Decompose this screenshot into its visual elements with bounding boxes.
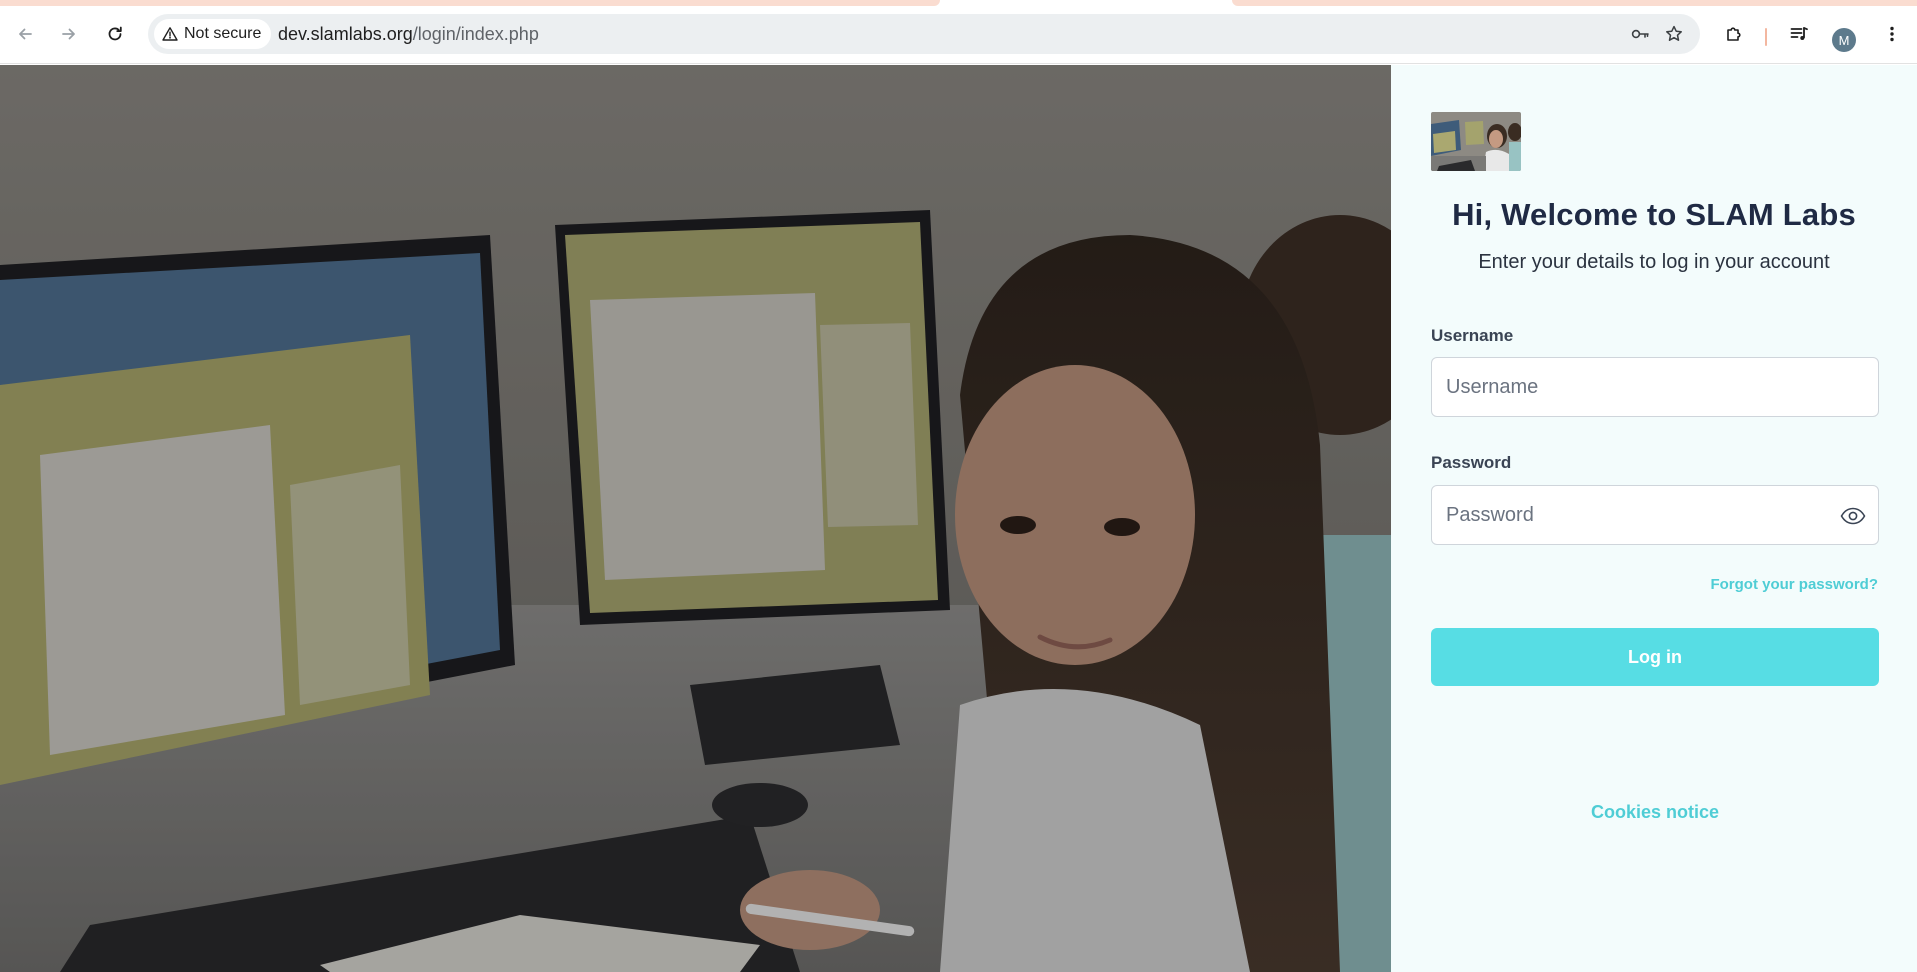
warning-triangle-icon: [162, 27, 178, 41]
extensions-puzzle-icon: [1727, 27, 1741, 41]
browser-menu-button[interactable]: [1878, 20, 1906, 48]
url-path: /login/index.php: [412, 24, 539, 44]
cookies-notice-link[interactable]: Cookies notice: [1431, 802, 1879, 823]
forward-button[interactable]: [55, 20, 83, 48]
hero-photo-illustration: [0, 65, 1391, 972]
page-content: Hi, Welcome to SLAM Labs Enter your deta…: [0, 65, 1917, 972]
page-subtitle: Enter your details to log in your accoun…: [1478, 251, 1830, 273]
password-manager-button[interactable]: [1628, 22, 1652, 46]
profile-avatar[interactable]: M: [1832, 28, 1856, 52]
logo-thumbnail-image: [1431, 112, 1521, 171]
media-control-button[interactable]: [1785, 20, 1813, 48]
username-label: Username: [1431, 326, 1514, 345]
forward-arrow-icon: [62, 28, 75, 40]
extensions-button[interactable]: [1720, 20, 1748, 48]
username-field-wrapper: [1431, 357, 1879, 417]
login-button[interactable]: Log in: [1431, 628, 1879, 686]
password-field-wrapper: [1431, 485, 1879, 545]
reload-button[interactable]: [101, 20, 129, 48]
password-key-icon: [1631, 29, 1649, 39]
eye-icon: [1840, 507, 1866, 525]
back-button[interactable]: [11, 20, 39, 48]
bookmark-button[interactable]: [1662, 22, 1686, 46]
back-arrow-icon: [19, 28, 32, 40]
toolbar-divider: [1765, 28, 1767, 46]
bookmark-star-icon: [1666, 25, 1682, 41]
address-bar[interactable]: Not secure dev.slamlabs.org/login/index.…: [148, 14, 1700, 54]
username-input[interactable]: [1432, 358, 1878, 416]
login-panel: Hi, Welcome to SLAM Labs Enter your deta…: [1391, 65, 1917, 972]
security-label: Not secure: [184, 25, 262, 42]
media-queue-icon: [1790, 27, 1808, 40]
page-title: Hi, Welcome to SLAM Labs: [1452, 197, 1856, 232]
security-indicator[interactable]: Not secure: [154, 19, 272, 49]
toggle-password-visibility-button[interactable]: [1840, 504, 1866, 528]
reload-icon: [108, 26, 122, 41]
url-host: dev.slamlabs.org: [278, 24, 413, 44]
brand-logo: [1431, 112, 1521, 171]
password-label: Password: [1431, 453, 1512, 472]
url-text[interactable]: dev.slamlabs.org/login/index.php: [278, 14, 539, 54]
hero-image: [0, 65, 1391, 972]
forgot-password-link[interactable]: Forgot your password?: [1710, 576, 1878, 593]
browser-toolbar: Not secure dev.slamlabs.org/login/index.…: [0, 6, 1917, 64]
password-input[interactable]: [1432, 486, 1878, 544]
kebab-menu-icon: [1890, 26, 1894, 42]
